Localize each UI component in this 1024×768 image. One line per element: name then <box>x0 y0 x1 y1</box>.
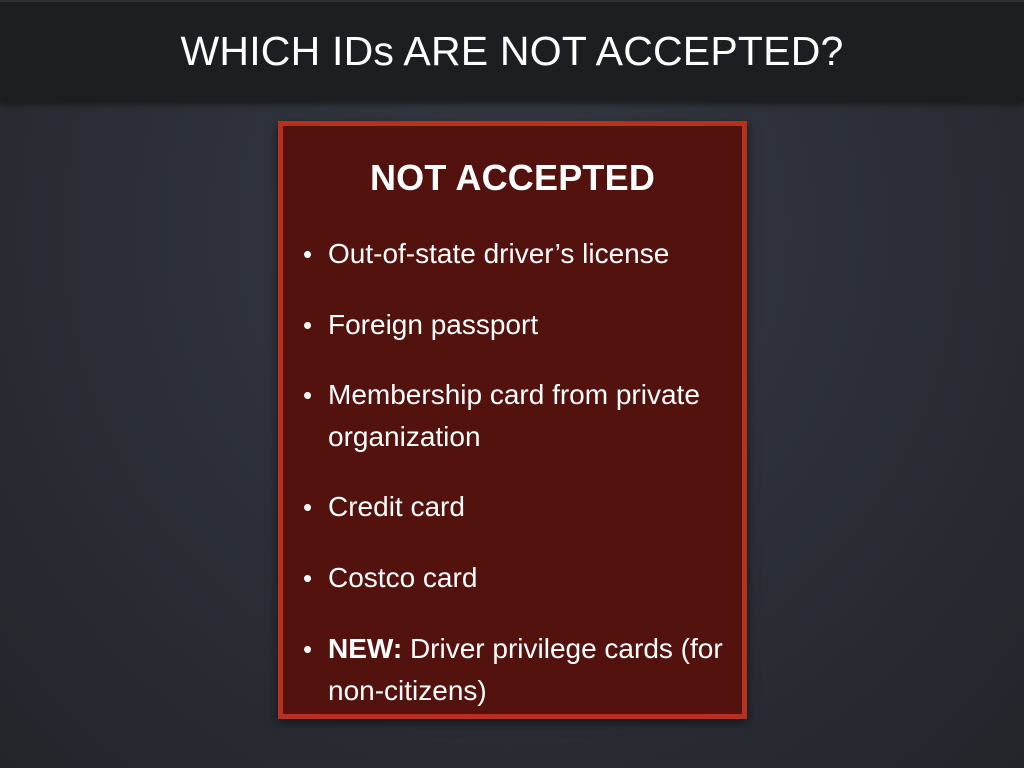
new-prefix-label: NEW: <box>328 633 403 664</box>
list-item: • Costco card <box>303 557 733 599</box>
bullet-icon: • <box>303 380 313 410</box>
not-accepted-card: NOT ACCEPTED • Out-of-state driver’s lic… <box>278 121 747 719</box>
list-item-text: Foreign passport <box>328 309 539 340</box>
list-item-text-new: NEW: Driver privilege cards (for non-cit… <box>328 628 733 712</box>
bullet-icon: • <box>303 239 313 269</box>
list-item: • Credit card <box>303 486 733 528</box>
list-item: • Out-of-state driver’s license <box>303 233 733 275</box>
bullet-icon: • <box>303 563 313 593</box>
list-item-text: Out-of-state driver’s license <box>328 238 670 269</box>
slide-title: WHICH IDs ARE NOT ACCEPTED? <box>180 28 844 74</box>
bullet-icon: • <box>303 634 313 664</box>
list-item: • Foreign passport <box>303 304 733 346</box>
list-item-text: Membership card from private organizatio… <box>328 379 700 452</box>
list-item: • Membership card from private organizat… <box>303 374 733 458</box>
list-item: • NEW: Driver privilege cards (for non-c… <box>303 628 733 712</box>
slide-title-bar: WHICH IDs ARE NOT ACCEPTED? <box>0 0 1024 102</box>
bullet-icon: • <box>303 310 313 340</box>
card-heading: NOT ACCEPTED <box>369 157 656 198</box>
list-item-text: Credit card <box>328 491 465 522</box>
list-item-text: Costco card <box>328 562 478 593</box>
bullet-icon: • <box>303 492 313 522</box>
